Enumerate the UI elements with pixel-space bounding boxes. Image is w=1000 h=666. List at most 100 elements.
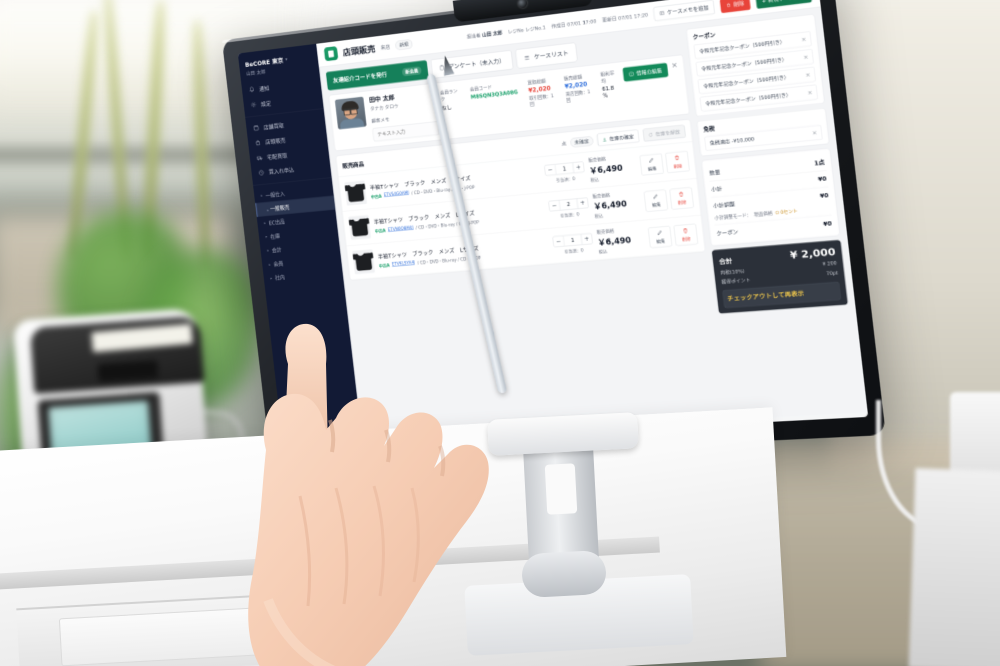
pencil-icon — [648, 157, 655, 163]
remove-coupon-icon[interactable]: × — [801, 36, 807, 43]
edit-product-button[interactable]: 編集 — [643, 189, 669, 212]
customer-margin: 粗利平均 61.8 % — [600, 70, 615, 99]
checkout-button[interactable]: チェックアウトして再表示 — [722, 281, 841, 309]
remove-coupon-icon[interactable]: × — [807, 89, 813, 96]
coupon-label: 令和元年記念クーポン（500円引き） — [700, 56, 788, 72]
meta-updated: 更新日 07/01 17:20 — [601, 11, 649, 24]
chevron-right-icon: ▸ — [266, 208, 269, 212]
quantity-stepper: − 1 + 引当済：0 — [552, 233, 594, 255]
trash-icon — [726, 2, 731, 7]
product-condition-tag: 中古A — [370, 194, 382, 200]
bag-icon — [255, 139, 262, 146]
chevron-right-icon: ▸ — [265, 235, 268, 239]
pencil-icon — [656, 230, 663, 236]
delete-product-button[interactable]: 削除 — [669, 187, 695, 210]
row-actions: 編集 削除 — [639, 150, 690, 176]
quantity-stepper: − 1 + 引当済：0 — [544, 161, 585, 183]
sidebar-item-label: 宅配買取 — [266, 152, 288, 161]
chevron-right-icon: ▸ — [263, 221, 266, 225]
coupon-panel: クーポン 令和元年記念クーポン（500円引き） × 令和元年記念クーポン（500… — [686, 13, 825, 117]
new-case-button[interactable]: + 新規ケース追加 — [755, 0, 812, 9]
remove-exemption-icon[interactable]: × — [812, 129, 818, 136]
edit-product-button[interactable]: 編集 — [639, 153, 665, 176]
close-icon[interactable]: × — [671, 61, 678, 70]
bell-icon — [248, 86, 255, 93]
clipboard-icon — [439, 65, 445, 71]
hand-touching-screen — [248, 323, 489, 666]
right-equipment — [908, 468, 1000, 666]
coupon-label: 令和元年記念クーポン（500円引き） — [704, 91, 792, 107]
product-price: 販売価格 ￥6,490 税込 — [587, 156, 624, 184]
delete-product-button[interactable]: 削除 — [673, 223, 699, 246]
product-code-link[interactable]: ETVN0Q8M4J — [388, 225, 414, 232]
release-stock-button[interactable]: 在庫を解放 — [642, 124, 686, 142]
referral-badge: 新会員 — [401, 66, 422, 77]
refresh-icon — [648, 132, 653, 137]
quantity-value[interactable]: 1 — [563, 234, 582, 247]
remove-coupon-icon[interactable]: × — [803, 54, 809, 61]
note-icon — [659, 10, 665, 16]
product-code-link[interactable]: ETVS4G0AMJ — [384, 191, 410, 198]
clock-icon — [258, 169, 265, 176]
customer-memo-input[interactable] — [372, 121, 440, 142]
sidebar-group-label: 会員 — [273, 261, 284, 268]
download-icon — [602, 137, 607, 142]
list-icon — [524, 55, 530, 61]
quantity-increase-button[interactable]: + — [580, 233, 593, 245]
edit-customer-button[interactable]: 情報の編集 — [622, 62, 669, 82]
row-actions: 編集 削除 — [643, 187, 695, 212]
product-status-badge: 未確定 — [569, 136, 594, 148]
trash-icon — [682, 227, 689, 233]
quantity-value[interactable]: 2 — [559, 198, 578, 211]
photo-scene: BeCORE 東京 ▾ 山田 太郎 通知 設定 店舗買取 店頭販売 宅配買取 買… — [0, 0, 1000, 666]
camera-lens-icon — [517, 0, 528, 9]
app-logo-icon — [323, 46, 339, 62]
sidebar-group-label: EC出品 — [268, 219, 286, 227]
meta-created: 作成日 07/01 17:00 — [550, 18, 597, 30]
sidebar-group-label: 会計 — [271, 247, 282, 255]
product-list-title: 販売商品 — [342, 161, 365, 170]
quantity-increase-button[interactable]: + — [576, 197, 589, 210]
coupon-label: 令和元年記念クーポン（500円引き） — [702, 73, 790, 90]
customer-buy-total: 買取総額 ¥2,020 取引回数：1回 — [527, 78, 554, 108]
survey-button[interactable]: アンケート（未入力） — [430, 50, 514, 79]
product-price: 販売価格 ￥6,490 税込 — [596, 228, 632, 255]
allocated-stock: 引当済：0 — [564, 248, 584, 255]
product-thumbnail — [348, 214, 371, 240]
allocated-stock: 引当済：0 — [559, 212, 580, 219]
add-case-memo-button[interactable]: ケースメモを追加 — [653, 0, 716, 22]
pencil-icon — [652, 193, 659, 199]
total-label: 合計 — [718, 257, 733, 266]
trash-icon — [678, 191, 685, 197]
delete-product-button[interactable]: 削除 — [665, 150, 690, 174]
sidebar-group-label: 一般販売 — [269, 204, 290, 213]
trash-icon — [674, 155, 681, 162]
exemption-panel: 免税 免税適応 -¥10,000 × — [696, 107, 830, 157]
confirm-stock-button[interactable]: 在庫の確定 — [596, 129, 640, 147]
customer-sell-total: 販売総額 ¥2,020 来店回数：1回 — [563, 74, 591, 104]
quantity-increase-button[interactable]: + — [572, 161, 585, 174]
chevron-right-icon: ▸ — [267, 248, 270, 253]
avatar — [334, 96, 367, 130]
row-actions: 編集 削除 — [647, 223, 699, 248]
truck-icon — [256, 154, 263, 161]
product-count-label: 点 — [561, 140, 567, 147]
remove-coupon-icon[interactable]: × — [805, 71, 811, 78]
product-condition-tag: 中古A — [378, 263, 390, 269]
edit-product-button[interactable]: 編集 — [647, 225, 673, 248]
sidebar-group-label: 一般仕入 — [265, 191, 286, 199]
total-value: ¥ 2,000 — [789, 245, 837, 262]
product-price: 販売価格 ￥6,490 税込 — [592, 192, 628, 219]
adjust-mode-badge: 0セント — [775, 208, 798, 216]
sidebar-item-label: 買入れ申込 — [268, 167, 295, 176]
delete-case-button[interactable]: 削除 — [719, 0, 751, 14]
product-condition-tag: 中古A — [374, 228, 386, 234]
visit-type-label: 来店 — [380, 43, 391, 51]
page-title: 店頭販売 — [342, 43, 376, 58]
product-code-link[interactable]: ETVKLSYA4J — [392, 260, 416, 266]
customer-code: 会員コード M8SQN3Q3A08G — [469, 84, 519, 101]
case-list-button[interactable]: ケースリスト — [515, 42, 578, 69]
customer-card-actions: 情報の編集 × — [622, 61, 682, 115]
quantity-value[interactable]: 1 — [555, 162, 574, 175]
chevron-right-icon: ▸ — [268, 262, 271, 267]
